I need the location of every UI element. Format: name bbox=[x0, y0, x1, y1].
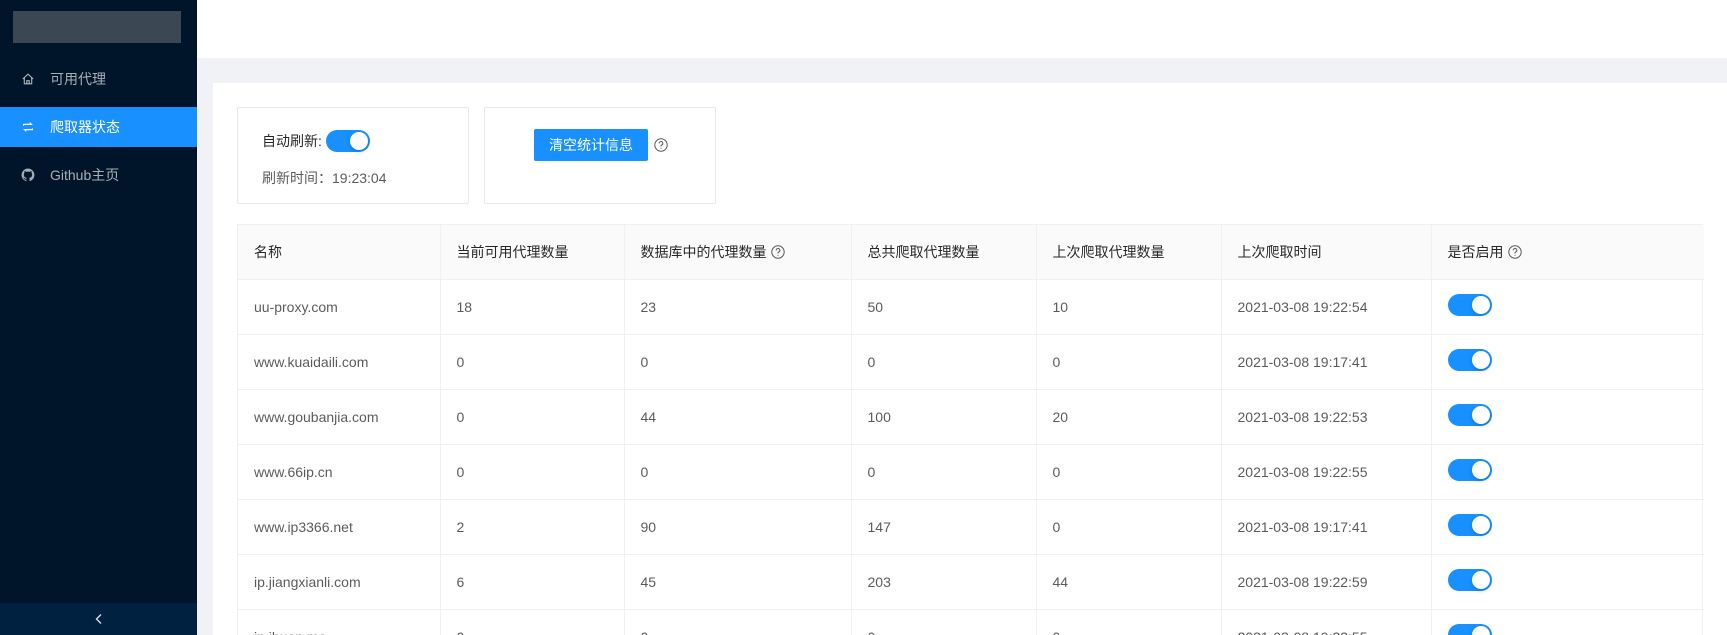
enable-switch[interactable] bbox=[1447, 624, 1492, 635]
sidebar-item-github[interactable]: Github主页 bbox=[0, 155, 197, 195]
cell-current: 0 bbox=[440, 444, 625, 500]
refresh-time-text: 刷新时间：19:23:04 bbox=[262, 170, 387, 186]
sidebar-collapse-button[interactable] bbox=[0, 603, 197, 635]
cell-name: ip.jiangxianli.com bbox=[238, 554, 441, 610]
table-row: ip.ihuan.me 0 0 0 0 2021-03-08 19:22:55 bbox=[238, 609, 1704, 635]
cell-total: 0 bbox=[851, 609, 1037, 635]
cell-name: www.66ip.cn bbox=[238, 444, 441, 500]
table-row: ip.jiangxianli.com 6 45 203 44 2021-03-0… bbox=[238, 554, 1704, 610]
cell-last: 10 bbox=[1036, 279, 1222, 335]
cell-total: 147 bbox=[851, 499, 1037, 555]
column-header-total: 总共爬取代理数量 bbox=[851, 225, 1037, 280]
auto-refresh-label: 自动刷新: bbox=[262, 133, 322, 149]
cell-name: www.kuaidaili.com bbox=[238, 334, 441, 390]
enable-switch[interactable] bbox=[1447, 514, 1492, 536]
cell-time: 2021-03-08 19:22:54 bbox=[1221, 279, 1432, 335]
sidebar-item-label: Github主页 bbox=[50, 167, 120, 183]
cell-db: 90 bbox=[624, 499, 852, 555]
table-row: www.66ip.cn 0 0 0 0 2021-03-08 19:22:55 bbox=[238, 444, 1704, 500]
question-circle-icon[interactable] bbox=[654, 138, 668, 152]
cell-db: 23 bbox=[624, 279, 852, 335]
enable-switch[interactable] bbox=[1447, 349, 1492, 371]
cell-enabled bbox=[1431, 499, 1704, 555]
cell-name: ip.ihuan.me bbox=[238, 609, 441, 635]
cell-time: 2021-03-08 19:22:55 bbox=[1221, 609, 1432, 635]
cell-total: 100 bbox=[851, 389, 1037, 445]
enable-switch[interactable] bbox=[1447, 459, 1492, 481]
column-header-enabled: 是否启用 bbox=[1431, 225, 1704, 280]
cell-total: 203 bbox=[851, 554, 1037, 610]
enable-switch[interactable] bbox=[1447, 569, 1492, 591]
cell-total: 0 bbox=[851, 334, 1037, 390]
question-circle-icon[interactable] bbox=[1507, 245, 1522, 259]
cell-current: 0 bbox=[440, 334, 625, 390]
cell-total: 0 bbox=[851, 444, 1037, 500]
cell-total: 50 bbox=[851, 279, 1037, 335]
main-content: 自动刷新: 刷新时间：19:23:04 清空统计信息 名称 当前可用代理数量 数… bbox=[213, 83, 1727, 635]
cell-name: uu-proxy.com bbox=[238, 279, 441, 335]
top-header bbox=[197, 0, 1727, 58]
auto-refresh-switch[interactable] bbox=[325, 130, 370, 152]
github-icon bbox=[20, 167, 36, 183]
cell-current: 18 bbox=[440, 279, 625, 335]
enable-switch[interactable] bbox=[1447, 404, 1492, 426]
sidebar-item-crawler-status[interactable]: 爬取器状态 bbox=[0, 107, 197, 147]
cell-time: 2021-03-08 19:17:41 bbox=[1221, 334, 1432, 390]
table-row: www.ip3366.net 2 90 147 0 2021-03-08 19:… bbox=[238, 499, 1704, 555]
sidebar-item-label: 爬取器状态 bbox=[50, 119, 120, 135]
cell-time: 2021-03-08 19:22:53 bbox=[1221, 389, 1432, 445]
table-header-row: 名称 当前可用代理数量 数据库中的代理数量 总共爬取代理数量 上次爬取代理数量 … bbox=[238, 225, 1704, 280]
table-row: www.goubanjia.com 0 44 100 20 2021-03-08… bbox=[238, 389, 1704, 445]
table-row: www.kuaidaili.com 0 0 0 0 2021-03-08 19:… bbox=[238, 334, 1704, 390]
cell-time: 2021-03-08 19:22:55 bbox=[1221, 444, 1432, 500]
cell-last: 20 bbox=[1036, 389, 1222, 445]
cell-enabled bbox=[1431, 389, 1704, 445]
chevron-left-icon bbox=[93, 613, 105, 625]
cell-enabled bbox=[1431, 609, 1704, 635]
home-icon bbox=[20, 71, 36, 87]
sidebar-menu: 可用代理 爬取器状态 Github主页 bbox=[0, 59, 197, 203]
auto-refresh-card: 自动刷新: 刷新时间：19:23:04 bbox=[237, 107, 469, 204]
cell-db: 0 bbox=[624, 444, 852, 500]
question-circle-icon[interactable] bbox=[770, 245, 785, 259]
cell-db: 0 bbox=[624, 609, 852, 635]
cell-db: 44 bbox=[624, 389, 852, 445]
clear-stats-card: 清空统计信息 bbox=[484, 107, 716, 204]
cell-current: 0 bbox=[440, 389, 625, 445]
table-row: uu-proxy.com 18 23 50 10 2021-03-08 19:2… bbox=[238, 279, 1704, 335]
cell-time: 2021-03-08 19:17:41 bbox=[1221, 499, 1432, 555]
cell-db: 0 bbox=[624, 334, 852, 390]
sidebar: 可用代理 爬取器状态 Github主页 bbox=[0, 0, 197, 635]
cell-enabled bbox=[1431, 554, 1704, 610]
cell-last: 0 bbox=[1036, 609, 1222, 635]
crawler-status-table: 名称 当前可用代理数量 数据库中的代理数量 总共爬取代理数量 上次爬取代理数量 … bbox=[237, 224, 1704, 635]
cell-enabled bbox=[1431, 334, 1704, 390]
cell-last: 0 bbox=[1036, 334, 1222, 390]
clear-stats-button[interactable]: 清空统计信息 bbox=[534, 129, 648, 161]
cell-current: 0 bbox=[440, 609, 625, 635]
cell-name: www.ip3366.net bbox=[238, 499, 441, 555]
column-header-name: 名称 bbox=[238, 225, 441, 280]
cell-enabled bbox=[1431, 444, 1704, 500]
column-header-db: 数据库中的代理数量 bbox=[624, 225, 852, 280]
column-header-time: 上次爬取时间 bbox=[1221, 225, 1432, 280]
cell-current: 6 bbox=[440, 554, 625, 610]
cell-time: 2021-03-08 19:22:59 bbox=[1221, 554, 1432, 610]
cell-current: 2 bbox=[440, 499, 625, 555]
cell-last: 0 bbox=[1036, 499, 1222, 555]
cell-last: 0 bbox=[1036, 444, 1222, 500]
cell-name: www.goubanjia.com bbox=[238, 389, 441, 445]
cell-last: 44 bbox=[1036, 554, 1222, 610]
column-header-current: 当前可用代理数量 bbox=[440, 225, 625, 280]
swap-icon bbox=[20, 119, 36, 135]
sidebar-item-label: 可用代理 bbox=[50, 71, 106, 87]
enable-switch[interactable] bbox=[1447, 294, 1492, 316]
sidebar-item-available-proxies[interactable]: 可用代理 bbox=[0, 59, 197, 99]
logo-placeholder bbox=[13, 11, 181, 43]
cell-db: 45 bbox=[624, 554, 852, 610]
cell-enabled bbox=[1431, 279, 1704, 335]
column-header-last: 上次爬取代理数量 bbox=[1036, 225, 1222, 280]
